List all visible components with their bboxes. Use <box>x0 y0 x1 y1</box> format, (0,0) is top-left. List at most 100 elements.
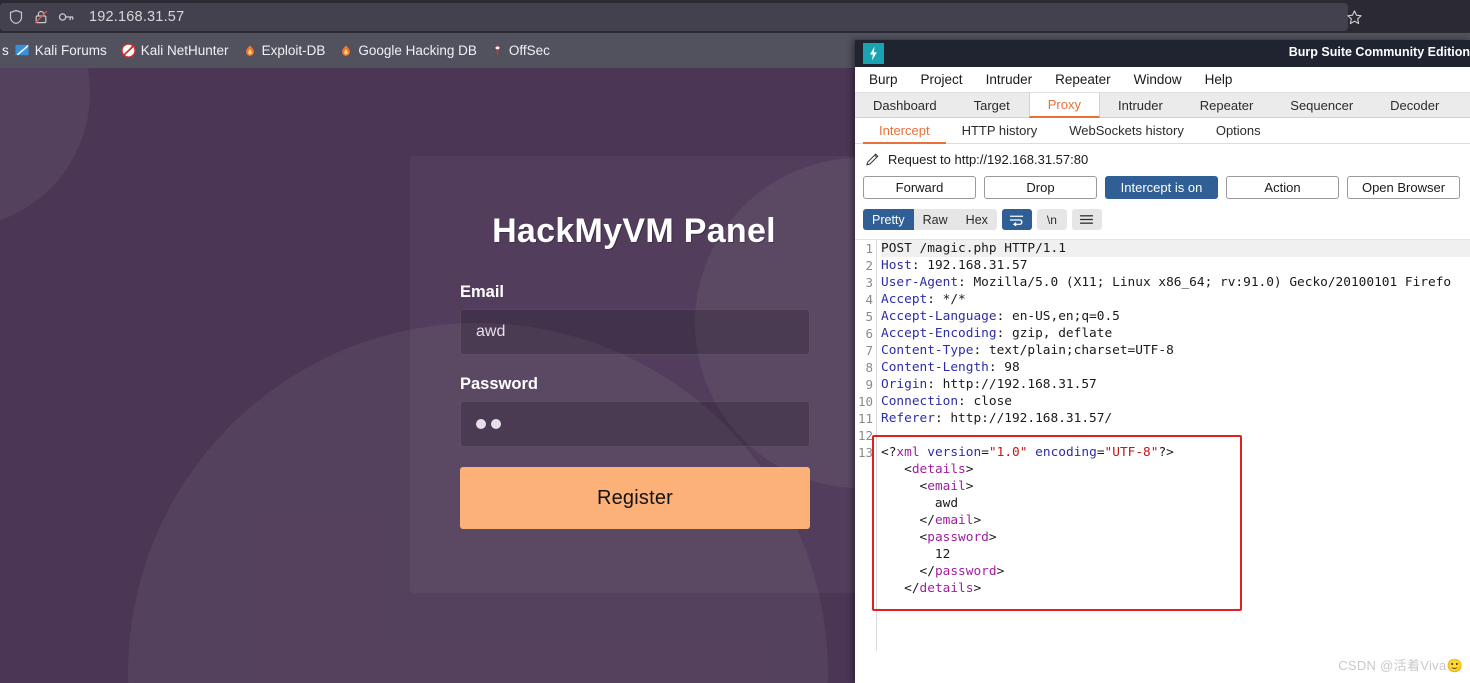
proxy-subtabs: Intercept HTTP history WebSockets histor… <box>855 118 1470 144</box>
subtab-options[interactable]: Options <box>1200 118 1277 143</box>
code-line: awd <box>881 496 959 511</box>
register-button[interactable]: Register <box>460 467 810 529</box>
watermark: CSDN @活着Viva🙂 <box>1338 658 1463 673</box>
burp-main-tabs: Dashboard Target Proxy Intruder Repeater… <box>855 93 1470 118</box>
burp-menu-bar: Burp Project Intruder Repeater Window He… <box>855 67 1470 93</box>
line-number: 5 <box>865 309 873 324</box>
format-raw-button[interactable]: Raw <box>913 209 957 230</box>
line-number: 11 <box>857 411 873 426</box>
code-line: <password> <box>881 530 997 545</box>
login-card: HackMyVM Panel Email awd Password Regist… <box>410 156 858 593</box>
address-bar[interactable]: 192.168.31.57 <box>0 3 1348 31</box>
tab-comparer[interactable]: C <box>1458 93 1470 117</box>
code-line: Accept-Language: en-US,en;q=0.5 <box>881 309 1120 324</box>
burp-logo-icon <box>863 43 884 64</box>
open-browser-button[interactable]: Open Browser <box>1347 176 1460 199</box>
menu-help[interactable]: Help <box>1205 72 1233 87</box>
bookmark-label: Google Hacking DB <box>358 43 477 58</box>
burp-window-title: Burp Suite Community Edition <box>1288 45 1470 59</box>
code-line: Host: 192.168.31.57 <box>881 258 1028 273</box>
subtab-websockets-history[interactable]: WebSockets history <box>1053 118 1200 143</box>
browser-nav-bar: 192.168.31.57 <box>0 0 1470 33</box>
code-line: <?xml version="1.0" encoding="UTF-8"?> <box>881 445 1174 460</box>
format-pretty-button[interactable]: Pretty <box>863 209 914 230</box>
tab-repeater[interactable]: Repeater <box>1182 93 1272 117</box>
bookmark-google-hacking-db[interactable]: Google Hacking DB <box>333 40 485 61</box>
menu-intruder[interactable]: Intruder <box>986 72 1033 87</box>
lock-crossed-icon[interactable] <box>33 9 49 25</box>
tab-target[interactable]: Target <box>956 93 1029 117</box>
line-number: 9 <box>865 377 873 392</box>
line-number: 2 <box>865 258 873 273</box>
google-hacking-db-icon <box>339 44 353 58</box>
bookmark-label: Kali Forums <box>34 43 107 58</box>
menu-icon[interactable] <box>1071 209 1102 230</box>
intercept-toggle-button[interactable]: Intercept is on <box>1105 176 1218 199</box>
bookmark-kali-forums[interactable]: Kali Forums <box>9 40 115 61</box>
menu-window[interactable]: Window <box>1134 72 1182 87</box>
password-field[interactable] <box>460 401 810 447</box>
line-number: 4 <box>865 292 873 307</box>
code-line: 12 <box>881 547 951 562</box>
exploit-db-icon <box>243 44 257 58</box>
bookmark-label: Exploit-DB <box>261 43 326 58</box>
message-format-toolbar: Pretty Raw Hex \n <box>855 209 1470 230</box>
url-text[interactable]: 192.168.31.57 <box>89 9 184 25</box>
tab-decoder[interactable]: Decoder <box>1372 93 1458 117</box>
action-button[interactable]: Action <box>1226 176 1339 199</box>
code-line: User-Agent: Mozilla/5.0 (X11; Linux x86_… <box>881 275 1452 290</box>
subtab-intercept[interactable]: Intercept <box>863 118 946 144</box>
bookmark-label: Kali NetHunter <box>140 43 229 58</box>
line-number: 13 <box>857 445 873 460</box>
line-number: 3 <box>865 275 873 290</box>
code-line: </details> <box>881 581 982 596</box>
forward-button[interactable]: Forward <box>863 176 976 199</box>
code-line: Referer: http://192.168.31.57/ <box>881 411 1113 426</box>
code-line: <email> <box>881 479 974 494</box>
burp-title-bar: Burp Suite Community Edition <box>855 40 1470 67</box>
drop-button[interactable]: Drop <box>984 176 1097 199</box>
bookmark-label: OffSec <box>508 43 550 58</box>
line-number: 7 <box>865 343 873 358</box>
code-line: <details> <box>881 462 974 477</box>
tab-sequencer[interactable]: Sequencer <box>1272 93 1372 117</box>
newline-icon[interactable]: \n <box>1036 209 1067 230</box>
format-hex-button[interactable]: Hex <box>956 209 997 230</box>
subtab-http-history[interactable]: HTTP history <box>946 118 1054 143</box>
code-line: Accept: */* <box>881 292 966 307</box>
line-number: 8 <box>865 360 873 375</box>
menu-repeater[interactable]: Repeater <box>1055 72 1111 87</box>
line-number-gutter: 1 2 3 4 5 6 7 8 9 10 11 12 13 <box>855 240 877 651</box>
word-wrap-icon[interactable] <box>1001 209 1032 230</box>
password-masked-value <box>476 419 501 429</box>
request-code[interactable]: POST /magic.php HTTP/1.1 Host: 192.168.31… <box>881 240 1470 651</box>
password-label: Password <box>460 375 538 393</box>
menu-project[interactable]: Project <box>921 72 963 87</box>
bookmark-star-icon[interactable] <box>1339 3 1369 31</box>
bookmark-clipped-label[interactable]: s <box>0 43 9 58</box>
menu-burp[interactable]: Burp <box>869 72 898 87</box>
line-number: 12 <box>857 428 873 443</box>
email-field[interactable]: awd <box>460 309 810 355</box>
key-icon[interactable] <box>58 9 76 25</box>
bookmark-kali-nethunter[interactable]: Kali NetHunter <box>115 40 237 61</box>
tab-proxy[interactable]: Proxy <box>1028 93 1100 118</box>
email-label: Email <box>460 283 505 301</box>
decorative-circle-top-left <box>0 68 90 228</box>
request-target-header: Request to http://192.168.31.57:80 <box>855 147 1470 172</box>
tab-dashboard[interactable]: Dashboard <box>855 93 956 117</box>
bookmark-offsec[interactable]: OffSec <box>485 40 558 61</box>
pencil-icon <box>865 152 880 167</box>
line-number: 6 <box>865 326 873 341</box>
code-line: Content-Type: text/plain;charset=UTF-8 <box>881 343 1174 358</box>
kali-forums-icon <box>15 43 30 58</box>
code-line: Content-Length: 98 <box>881 360 1020 375</box>
format-segment-control: Pretty Raw Hex <box>863 209 997 230</box>
tab-intruder[interactable]: Intruder <box>1100 93 1182 117</box>
page-title: HackMyVM Panel <box>492 212 776 250</box>
request-editor[interactable]: 1 2 3 4 5 6 7 8 9 10 11 12 13 POST /magic.php HTTP/1… <box>855 239 1470 651</box>
bookmark-exploit-db[interactable]: Exploit-DB <box>237 40 334 61</box>
code-line: Origin: http://192.168.31.57 <box>881 377 1097 392</box>
shield-icon[interactable] <box>8 9 24 25</box>
